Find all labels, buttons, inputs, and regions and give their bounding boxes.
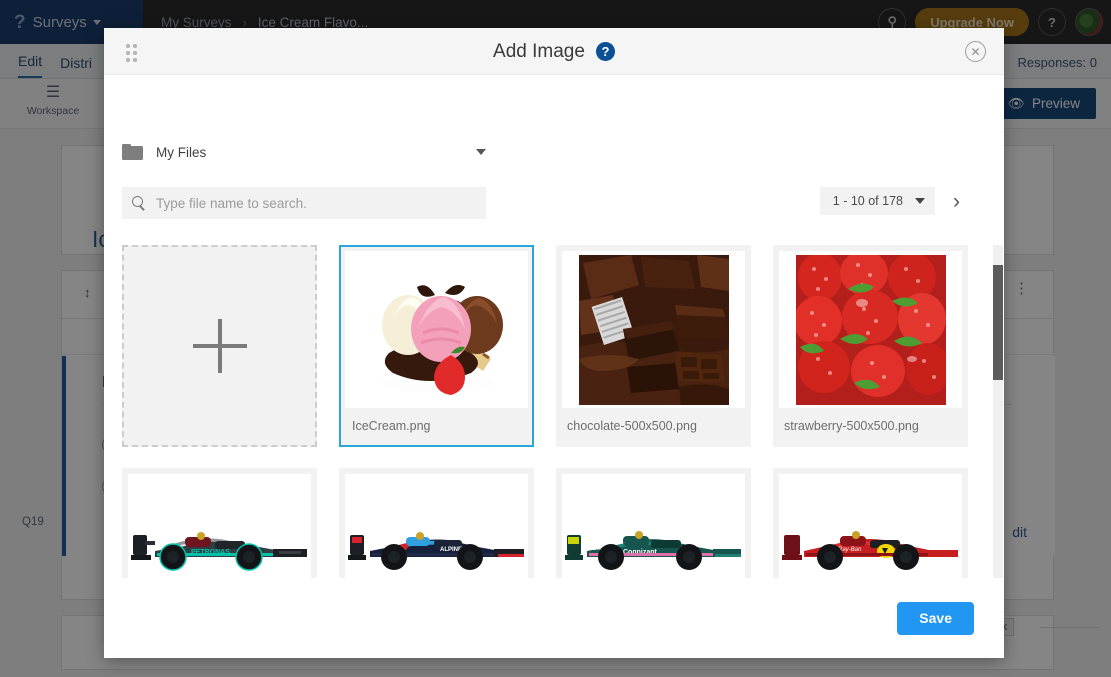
dialog-title: Add Image	[493, 40, 585, 62]
chevron-down-icon	[476, 149, 486, 155]
pagination-controls: 1 - 10 of 178 ›	[819, 187, 960, 215]
file-tile-icecream[interactable]: IceCream.png	[339, 245, 534, 447]
file-tile-f1-mercedes[interactable]: PETRONAS	[122, 468, 317, 578]
file-tile-f1-alpine[interactable]: ALPINE	[339, 468, 534, 578]
upload-new-file-tile[interactable]	[122, 245, 317, 447]
file-grid: IceCream.png chocolate-500x500.png straw…	[122, 245, 986, 578]
file-tile-chocolate[interactable]: chocolate-500x500.png	[556, 245, 751, 447]
search-icon	[132, 196, 146, 210]
folder-icon	[122, 144, 143, 160]
file-thumbnail: PETRONAS	[128, 474, 311, 578]
file-thumbnail	[345, 251, 528, 408]
page-range-label: 1 - 10 of 178	[832, 194, 903, 208]
folder-selector[interactable]: My Files	[122, 137, 486, 167]
close-icon[interactable]: ✕	[965, 41, 986, 62]
page-range-dropdown[interactable]: 1 - 10 of 178	[819, 187, 935, 215]
plus-icon	[192, 319, 247, 373]
search-field[interactable]	[122, 187, 486, 219]
file-name: strawberry-500x500.png	[784, 419, 919, 433]
chevron-down-icon	[915, 198, 925, 204]
dialog-body: My Files 1 - 10 of 178 ›	[104, 75, 1004, 578]
drag-handle-icon[interactable]	[126, 44, 141, 62]
file-name: chocolate-500x500.png	[567, 419, 697, 433]
add-image-dialog: Add Image ? ✕ My Files 1 - 10 of 178 ›	[104, 28, 1004, 658]
file-tile-f1-ferrari[interactable]: Ray-Ban	[773, 468, 968, 578]
file-thumbnail: ALPINE	[345, 474, 528, 578]
dialog-header: Add Image ? ✕	[104, 28, 1004, 75]
save-button[interactable]: Save	[897, 601, 974, 635]
file-grid-scroll-area: IceCream.png chocolate-500x500.png straw…	[122, 245, 986, 578]
file-name: IceCream.png	[352, 419, 431, 433]
help-icon[interactable]: ?	[595, 42, 615, 61]
file-tile-strawberry[interactable]: strawberry-500x500.png	[773, 245, 968, 447]
file-thumbnail	[562, 251, 745, 408]
file-tile-f1-astonmartin[interactable]: Cognizant BWT	[556, 468, 751, 578]
search-input[interactable]	[154, 194, 476, 212]
file-grid-scrollbar-thumb[interactable]	[993, 265, 1003, 380]
dialog-footer: Save	[104, 578, 1004, 658]
file-thumbnail: Ray-Ban	[779, 474, 962, 578]
file-thumbnail: Cognizant BWT	[562, 474, 745, 578]
chevron-right-icon[interactable]: ›	[953, 191, 960, 212]
file-thumbnail	[779, 251, 962, 408]
folder-label: My Files	[156, 144, 207, 160]
